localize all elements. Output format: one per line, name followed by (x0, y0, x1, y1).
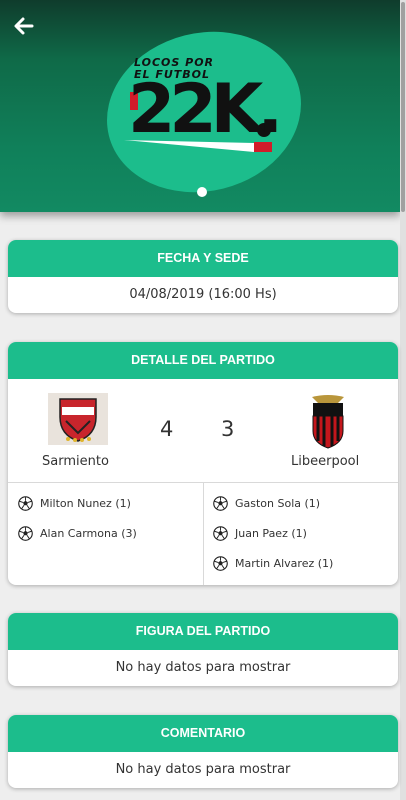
home-team-logo[interactable] (48, 393, 108, 445)
comentario-value: No hay datos para mostrar (115, 762, 291, 777)
comentario-card: COMENTARIO No hay datos para mostrar (8, 715, 398, 788)
home-scorer: Alan Carmona (3) (18, 524, 137, 542)
away-scorer: Gaston Sola (1) (213, 494, 320, 512)
match-score-row: Sarmiento 4 3 Libeerpool (8, 379, 398, 483)
away-team-name: Libeerpool (291, 454, 360, 469)
carousel-dot[interactable] (197, 187, 207, 197)
scrollbar[interactable] (400, 0, 406, 800)
logo-text-big: 22K. (128, 70, 283, 149)
soccer-ball-icon (213, 495, 228, 511)
league-logo: LOCOS POR EL FUTBOL 22K. (104, 28, 304, 196)
arrow-left-icon[interactable] (12, 14, 36, 38)
soccer-ball-icon (213, 525, 228, 541)
soccer-ball-icon (213, 555, 228, 571)
away-team-logo[interactable] (298, 393, 358, 449)
home-crest-icon (48, 393, 108, 445)
soccer-ball-icon (18, 495, 33, 511)
fecha-value: 04/08/2019 (16:00 Hs) (129, 287, 277, 302)
figura-value: No hay datos para mostrar (115, 660, 291, 675)
away-scorer-name: Juan Paez (1) (235, 526, 307, 540)
home-score: 4 (160, 417, 174, 441)
home-team-name: Sarmiento (42, 454, 109, 469)
scorers-section: Milton Nunez (1) Alan Carmona (3) Gaston… (8, 483, 398, 585)
detalle-card: DETALLE DEL PARTIDO Sarmiento 4 3 Libeer… (8, 342, 398, 585)
match-header: LOCOS POR EL FUTBOL 22K. (0, 0, 400, 212)
away-crest-icon (312, 395, 344, 449)
away-scorer: Martin Alvarez (1) (213, 554, 333, 572)
detalle-title: DETALLE DEL PARTIDO (8, 342, 398, 379)
figura-title: FIGURA DEL PARTIDO (8, 613, 398, 650)
soccer-ball-icon (18, 525, 33, 541)
away-scorer-name: Martin Alvarez (1) (235, 556, 334, 570)
away-scorer-name: Gaston Sola (1) (235, 496, 321, 510)
comentario-title: COMENTARIO (8, 715, 398, 752)
scorers-divider (203, 483, 204, 585)
fecha-title: FECHA Y SEDE (8, 240, 398, 277)
scrollbar-thumb[interactable] (401, 2, 405, 212)
figura-card: FIGURA DEL PARTIDO No hay datos para mos… (8, 613, 398, 686)
fecha-card: FECHA Y SEDE 04/08/2019 (16:00 Hs) (8, 240, 398, 313)
away-score: 3 (221, 417, 235, 441)
home-scorer-name: Alan Carmona (3) (40, 526, 137, 540)
home-scorer: Milton Nunez (1) (18, 494, 131, 512)
away-scorer: Juan Paez (1) (213, 524, 307, 542)
home-scorer-name: Milton Nunez (1) (40, 496, 131, 510)
